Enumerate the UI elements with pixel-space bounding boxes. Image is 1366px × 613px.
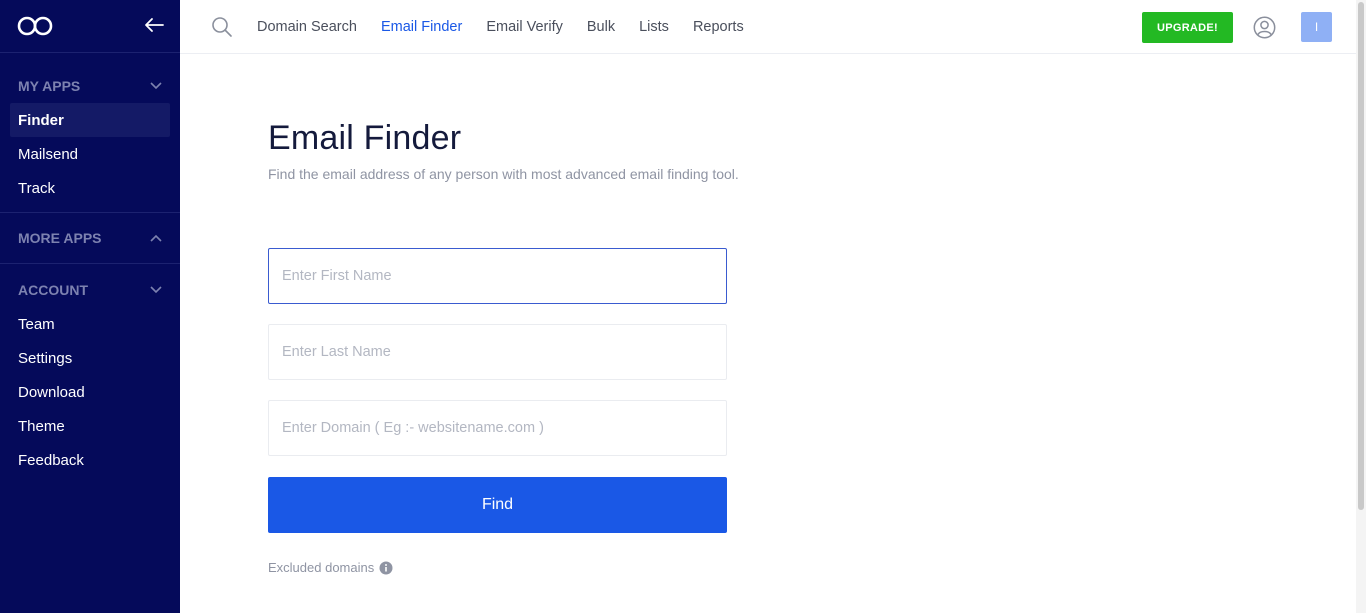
more-apps-header[interactable]: MORE APPS <box>0 221 180 255</box>
account-title: ACCOUNT <box>18 282 88 298</box>
excluded-domains-label: Excluded domains <box>268 560 375 575</box>
sidebar-item-mailsend[interactable]: Mailsend <box>0 137 170 171</box>
chevron-up-icon <box>150 234 162 242</box>
sidebar-header <box>0 0 180 53</box>
sidebar-item-team[interactable]: Team <box>0 307 170 341</box>
account-section: ACCOUNT Team Settings Download Theme Fee… <box>0 264 180 477</box>
my-apps-section: MY APPS Finder Mailsend Track <box>0 53 180 213</box>
sidebar-item-track[interactable]: Track <box>0 171 170 205</box>
scrollbar-thumb[interactable] <box>1358 2 1364 510</box>
upgrade-button[interactable]: UPGRADE! <box>1142 12 1233 43</box>
chevron-down-icon <box>150 82 162 90</box>
main-nav: Domain Search Email Finder Email Verify … <box>257 0 768 54</box>
more-apps-title: MORE APPS <box>18 230 102 246</box>
my-apps-title: MY APPS <box>18 78 81 94</box>
more-apps-section: MORE APPS <box>0 213 180 264</box>
sidebar: MY APPS Finder Mailsend Track MORE APPS … <box>0 0 180 613</box>
page-subtitle: Find the email address of any person wit… <box>268 166 739 182</box>
top-navbar: Domain Search Email Finder Email Verify … <box>180 0 1356 54</box>
first-name-input[interactable] <box>268 248 727 304</box>
last-name-input[interactable] <box>268 324 727 380</box>
info-icon[interactable] <box>379 561 393 575</box>
nav-email-finder[interactable]: Email Finder <box>381 19 462 35</box>
sidebar-item-feedback[interactable]: Feedback <box>0 443 170 477</box>
excluded-domains-link[interactable]: Excluded domains <box>268 560 393 575</box>
account-header[interactable]: ACCOUNT <box>0 273 180 307</box>
sidebar-item-settings[interactable]: Settings <box>0 341 170 375</box>
chevron-down-icon <box>150 286 162 294</box>
find-button[interactable]: Find <box>268 477 727 533</box>
domain-input[interactable] <box>268 400 727 456</box>
page-scrollbar[interactable] <box>1356 0 1366 613</box>
sidebar-item-theme[interactable]: Theme <box>0 409 170 443</box>
nav-domain-search[interactable]: Domain Search <box>257 19 357 35</box>
collapse-sidebar-icon[interactable] <box>143 14 165 36</box>
my-apps-header[interactable]: MY APPS <box>0 69 180 103</box>
logo-icon[interactable] <box>17 16 53 36</box>
sidebar-item-download[interactable]: Download <box>0 375 170 409</box>
nav-bulk[interactable]: Bulk <box>587 19 615 35</box>
sidebar-item-finder[interactable]: Finder <box>10 103 170 137</box>
nav-reports[interactable]: Reports <box>693 19 744 35</box>
nav-email-verify[interactable]: Email Verify <box>486 19 563 35</box>
user-profile-icon[interactable] <box>1253 16 1276 39</box>
avatar[interactable]: I <box>1301 12 1332 42</box>
search-icon[interactable] <box>211 16 233 38</box>
nav-lists[interactable]: Lists <box>639 19 669 35</box>
page-title: Email Finder <box>268 119 462 157</box>
